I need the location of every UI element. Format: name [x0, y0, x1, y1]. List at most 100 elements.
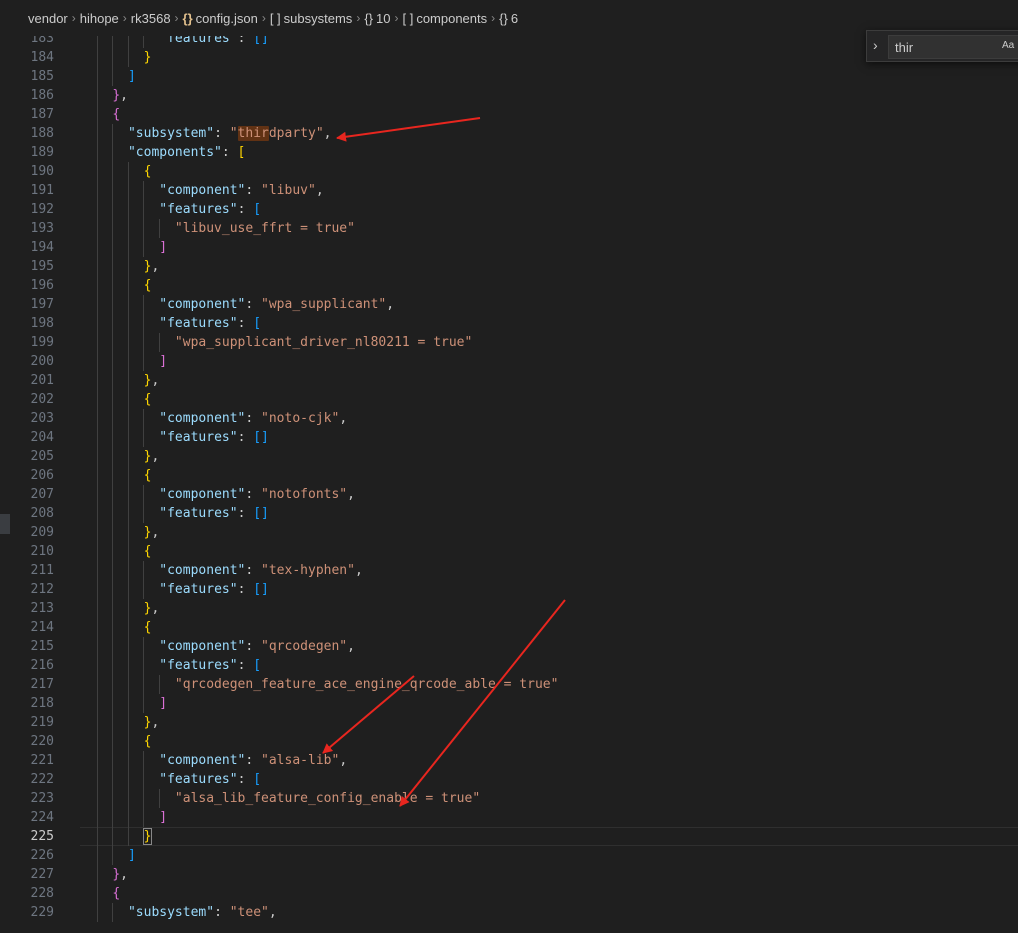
- find-input[interactable]: [888, 35, 1018, 59]
- code-line[interactable]: 219 },: [0, 712, 1018, 732]
- code-text: {: [143, 391, 152, 407]
- code-line[interactable]: 202 {: [0, 389, 1018, 409]
- code-line[interactable]: 185 ]: [0, 66, 1018, 86]
- code-line[interactable]: 213 },: [0, 598, 1018, 618]
- code-text: "features": []: [159, 505, 269, 521]
- code-line[interactable]: 214 {: [0, 617, 1018, 637]
- code-line[interactable]: 191 "component": "libuv",: [0, 180, 1018, 200]
- code-line[interactable]: 217 "qrcodegen_feature_ace_engine_qrcode…: [0, 674, 1018, 694]
- code-line[interactable]: 209 },: [0, 522, 1018, 542]
- code-text: },: [143, 448, 160, 464]
- code-text: {: [143, 467, 152, 483]
- code-line[interactable]: 199 "wpa_supplicant_driver_nl80211 = tru…: [0, 332, 1018, 352]
- code-line[interactable]: 204 "features": []: [0, 427, 1018, 447]
- breadcrumb-separator-icon: ›: [174, 11, 179, 25]
- line-number: 186: [30, 87, 54, 103]
- line-number: 184: [30, 49, 54, 65]
- code-line[interactable]: 221 "component": "alsa-lib",: [0, 750, 1018, 770]
- breadcrumb-label: 6: [510, 10, 519, 26]
- code-line[interactable]: 220 {: [0, 731, 1018, 751]
- breadcrumb-separator-icon: ›: [491, 11, 496, 25]
- code-text: "alsa_lib_feature_config_enable = true": [174, 790, 481, 806]
- breadcrumb-item[interactable]: {} 6: [499, 11, 518, 26]
- code-line[interactable]: 198 "features": [: [0, 313, 1018, 333]
- code-line[interactable]: 188 "subsystem": "thirdparty",: [0, 123, 1018, 143]
- line-number: 202: [30, 391, 54, 407]
- code-line[interactable]: 195 },: [0, 256, 1018, 276]
- code-line[interactable]: 215 "component": "qrcodegen",: [0, 636, 1018, 656]
- find-widget: › Aa: [866, 30, 1018, 62]
- code-line[interactable]: 228 {: [0, 883, 1018, 903]
- code-line[interactable]: 210 {: [0, 541, 1018, 561]
- breadcrumb-item[interactable]: {} config.json: [183, 11, 258, 26]
- code-line[interactable]: 222 "features": [: [0, 769, 1018, 789]
- scroll-marker[interactable]: [0, 514, 10, 534]
- code-text: "component": "qrcodegen",: [159, 638, 355, 654]
- code-line[interactable]: 200 ]: [0, 351, 1018, 371]
- code-line[interactable]: 216 "features": [: [0, 655, 1018, 675]
- code-editor[interactable]: 182 "component": "cast_engine",183 "feat…: [0, 19, 1018, 933]
- code-line[interactable]: 193 "libuv_use_ffrt = true": [0, 218, 1018, 238]
- code-line[interactable]: 186 },: [0, 85, 1018, 105]
- code-line[interactable]: 218 ]: [0, 693, 1018, 713]
- json-file-icon: {}: [182, 10, 193, 26]
- code-line[interactable]: 206 {: [0, 465, 1018, 485]
- breadcrumb-item[interactable]: {} 10: [364, 11, 390, 26]
- code-text: "subsystem": "thirdparty",: [127, 125, 332, 141]
- breadcrumb-separator-icon: ›: [261, 11, 266, 25]
- breadcrumb-label: 10: [376, 10, 391, 26]
- code-line[interactable]: 227 },: [0, 864, 1018, 884]
- line-number: 199: [30, 334, 54, 350]
- code-line[interactable]: 190 {: [0, 161, 1018, 181]
- code-text: "component": "noto-cjk",: [159, 410, 348, 426]
- line-number: 229: [30, 904, 54, 920]
- code-text: {: [143, 733, 152, 749]
- code-line[interactable]: 196 {: [0, 275, 1018, 295]
- code-line[interactable]: 212 "features": []: [0, 579, 1018, 599]
- breadcrumb-separator-icon: ›: [71, 11, 76, 25]
- current-line-highlight: [80, 826, 1018, 846]
- breadcrumb-item[interactable]: [ ] subsystems: [270, 11, 352, 26]
- code-text: },: [143, 372, 160, 388]
- code-line[interactable]: 208 "features": []: [0, 503, 1018, 523]
- code-text: {: [143, 277, 152, 293]
- line-number: 185: [30, 68, 54, 84]
- code-line[interactable]: 229 "subsystem": "tee",: [0, 902, 1018, 922]
- code-line[interactable]: 189 "components": [: [0, 142, 1018, 162]
- breadcrumb-item[interactable]: hihope: [80, 11, 119, 26]
- code-text: {: [143, 619, 152, 635]
- code-text: },: [143, 258, 160, 274]
- code-line[interactable]: 194 ]: [0, 237, 1018, 257]
- code-text: "components": [: [127, 144, 246, 160]
- code-text: },: [143, 600, 160, 616]
- code-line[interactable]: 203 "component": "noto-cjk",: [0, 408, 1018, 428]
- code-line[interactable]: 201 },: [0, 370, 1018, 390]
- code-text: "wpa_supplicant_driver_nl80211 = true": [174, 334, 473, 350]
- code-line[interactable]: 225 }: [0, 826, 1018, 846]
- code-line[interactable]: 205 },: [0, 446, 1018, 466]
- match-case-button[interactable]: Aa: [1002, 40, 1014, 51]
- line-number: 221: [30, 752, 54, 768]
- code-text: "component": "libuv",: [159, 182, 324, 198]
- code-line[interactable]: 211 "component": "tex-hyphen",: [0, 560, 1018, 580]
- line-number: 194: [30, 239, 54, 255]
- breadcrumb-separator-icon: ›: [356, 11, 361, 25]
- code-line[interactable]: 223 "alsa_lib_feature_config_enable = tr…: [0, 788, 1018, 808]
- code-text: {: [112, 106, 121, 122]
- code-line[interactable]: 226 ]: [0, 845, 1018, 865]
- line-number: 200: [30, 353, 54, 369]
- chevron-right-icon[interactable]: ›: [873, 37, 878, 53]
- line-number: 192: [30, 201, 54, 217]
- code-text: "component": "tex-hyphen",: [159, 562, 363, 578]
- code-line[interactable]: 192 "features": [: [0, 199, 1018, 219]
- breadcrumb-item[interactable]: [ ] components: [402, 11, 487, 26]
- code-text: "libuv_use_ffrt = true": [174, 220, 355, 236]
- code-line[interactable]: 197 "component": "wpa_supplicant",: [0, 294, 1018, 314]
- code-line[interactable]: 224 ]: [0, 807, 1018, 827]
- code-line[interactable]: 207 "component": "notofonts",: [0, 484, 1018, 504]
- breadcrumb-item[interactable]: rk3568: [131, 11, 171, 26]
- breadcrumb-item[interactable]: vendor: [28, 11, 68, 26]
- line-number: 228: [30, 885, 54, 901]
- code-line[interactable]: 187 {: [0, 104, 1018, 124]
- code-text: },: [112, 87, 128, 103]
